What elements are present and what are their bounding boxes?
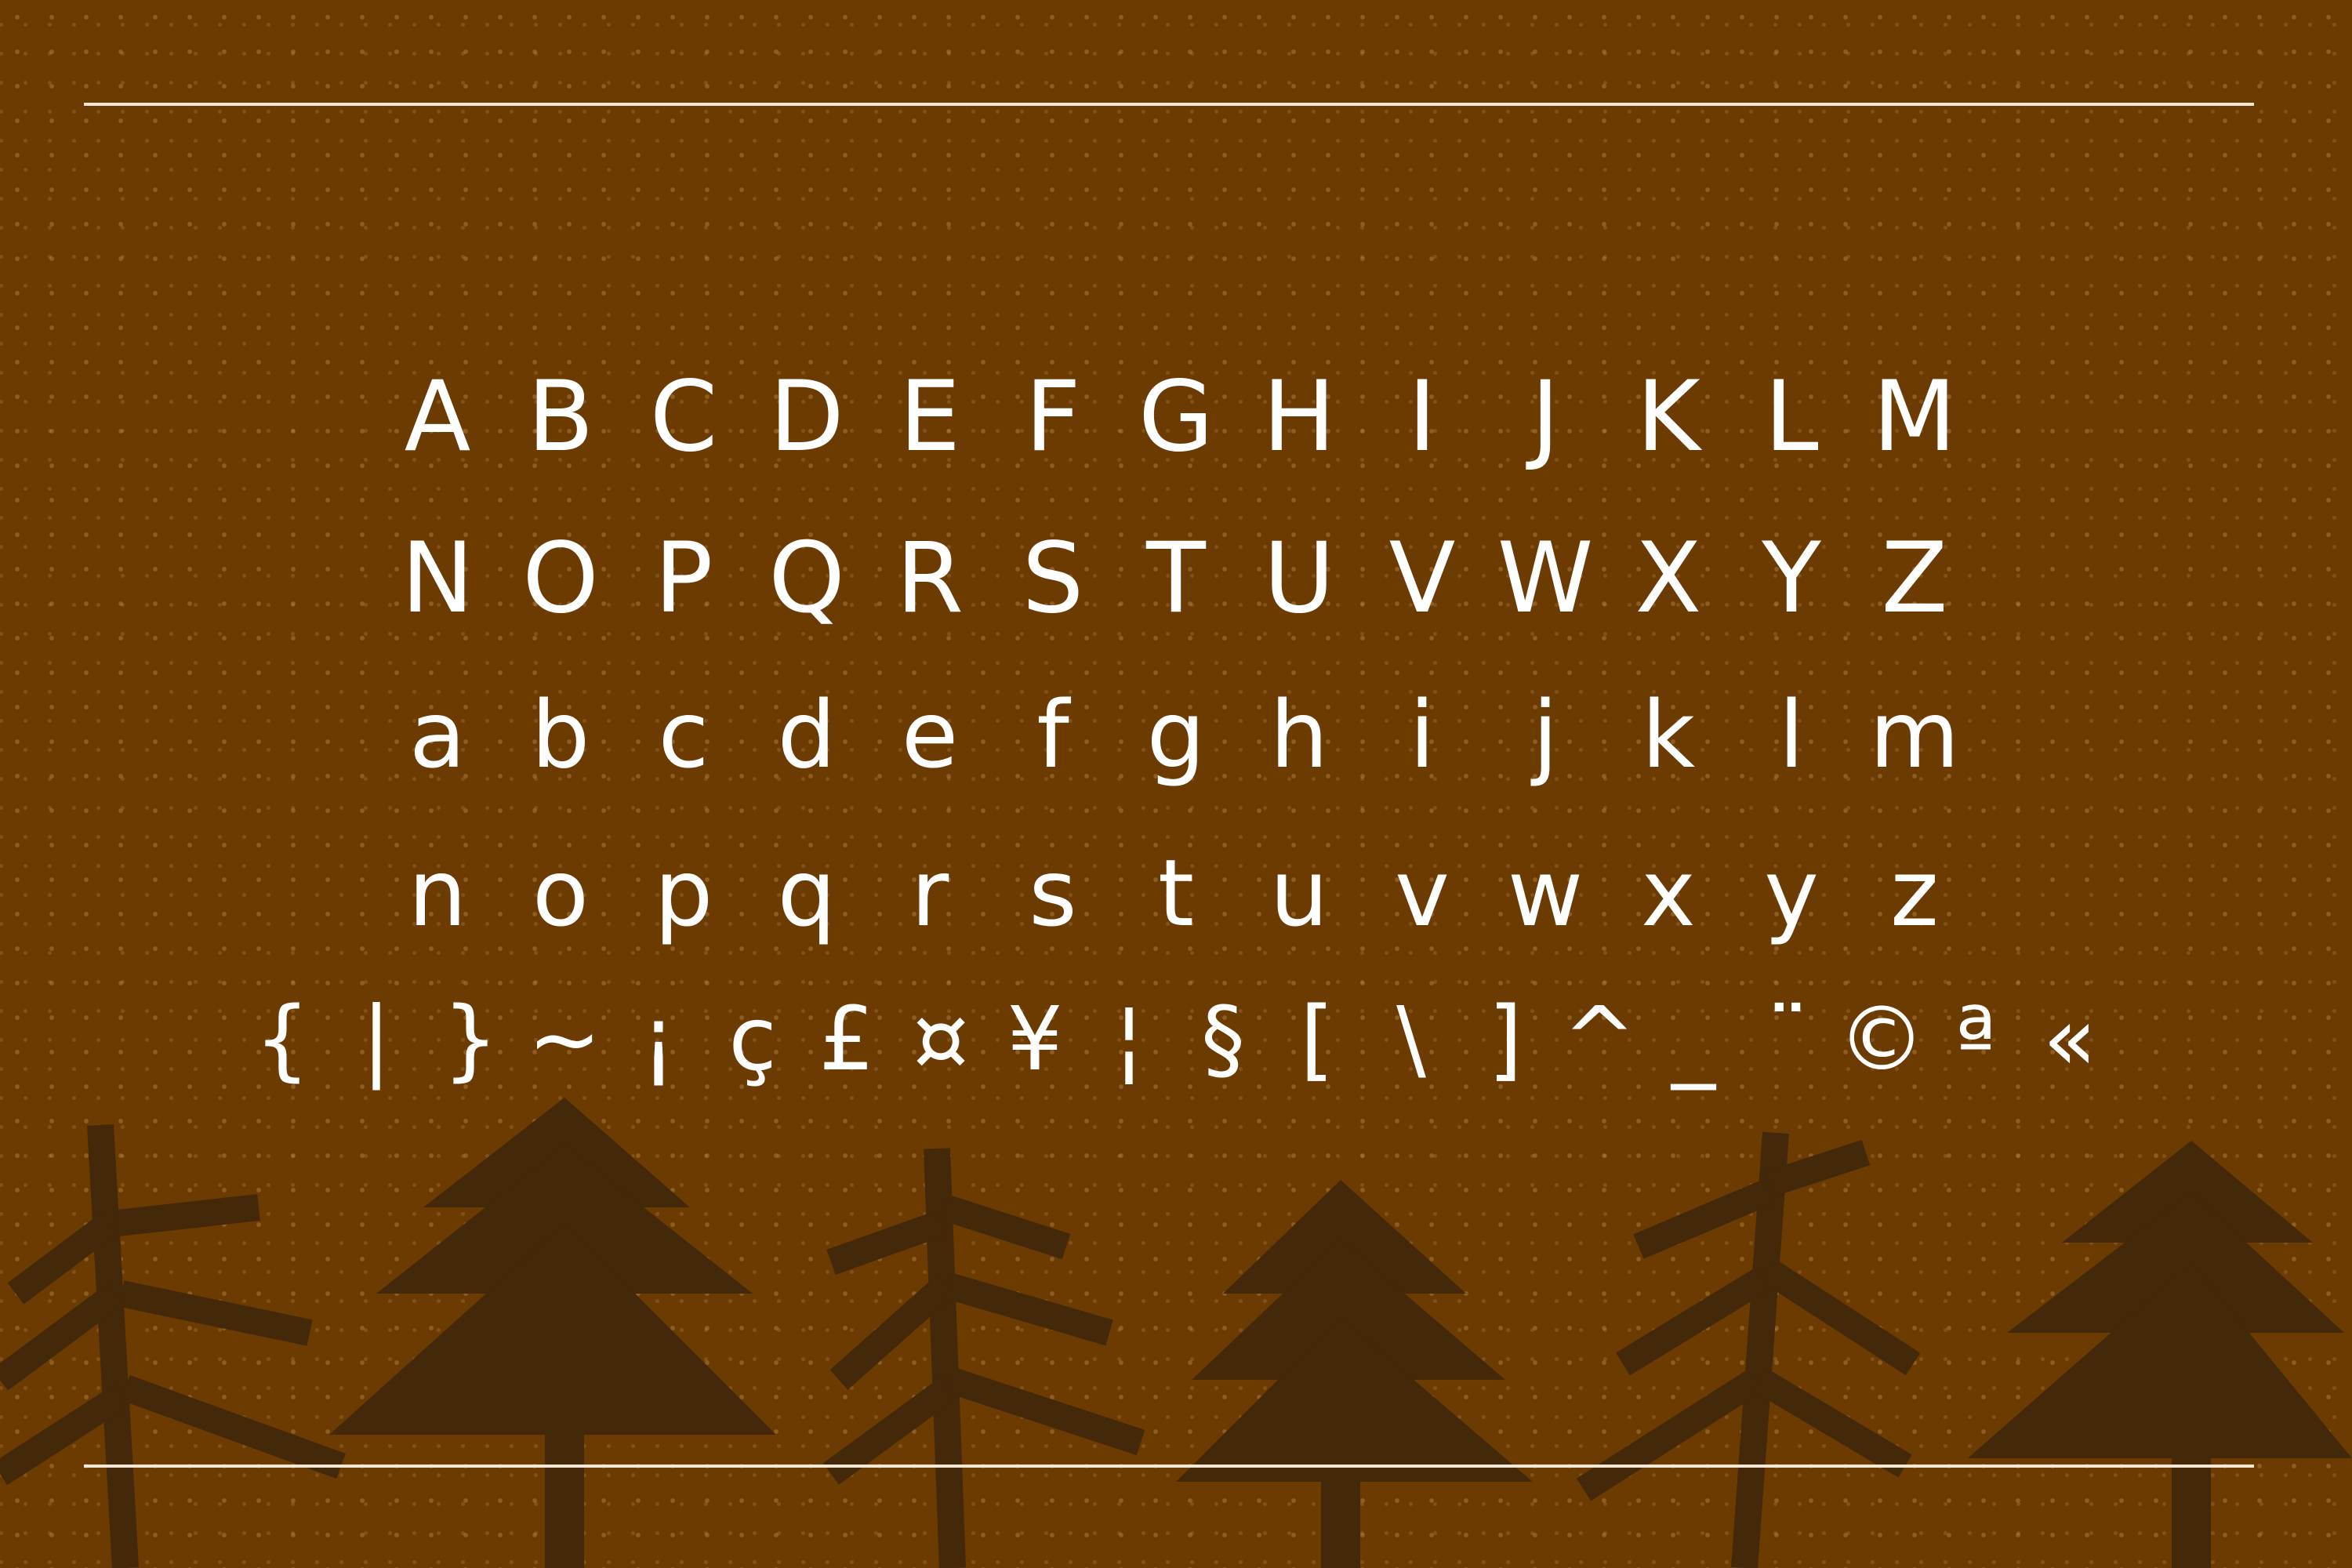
uppercase-row-2: NOPQRSTUVWXYZ [0,530,2352,627]
glyph-char: Y [1762,522,1821,635]
branch-tree-3 [1576,1131,1921,1568]
glyph-char: k [1641,681,1696,789]
glyph-char: M [1872,361,1957,474]
glyph-char: j [1532,681,1559,789]
glyph-char: « [2042,989,2097,1091]
glyph-char: ¥ [1007,989,1063,1091]
glyph-char: \ [1396,989,1426,1091]
glyph-char: } [442,989,499,1091]
glyph-char: ^ [1563,989,1636,1091]
glyph-char: g [1146,681,1206,789]
glyph-char: P [654,522,713,635]
glyph-char: z [1890,839,1939,947]
glyph-char: V [1388,522,1456,635]
glyph-char: Q [768,522,845,635]
glyph-char: X [1635,522,1702,635]
top-divider-line [84,103,2254,106]
glyph-char: N [401,522,474,635]
glyph-char: © [1838,989,1926,1091]
glyph-char: i [1409,681,1436,789]
glyph-char: F [1025,361,1081,474]
glyph-char: ] [1488,989,1523,1091]
glyph-char: m [1869,681,1960,789]
glyph-char: s [1029,839,1077,947]
glyph-char: £ [818,989,875,1091]
glyph-char: a [408,681,466,789]
glyph-char: y [1764,839,1819,947]
glyph-char: [ [1300,989,1334,1091]
glyph-char: A [404,361,471,474]
glyph-char: b [531,681,590,789]
glyph-char: U [1263,522,1335,635]
glyph-char: E [898,361,961,474]
glyph-char: o [532,839,590,947]
glyph-char: f [1036,681,1069,789]
glyph-char: ¨ [1766,989,1809,1091]
branch-tree-1 [0,1124,346,1568]
glyph-char: W [1497,522,1594,635]
glyph-char: _ [1671,989,1715,1091]
glyph-char: ª [1955,989,1997,1091]
glyph-char: r [910,839,949,947]
glyph-char: l [1778,681,1805,789]
glyph-char: w [1507,839,1584,947]
glyph-char: ¦ [1114,989,1144,1091]
glyph-char: S [1022,522,1084,635]
glyph-char: T [1146,522,1206,635]
glyph-char: R [895,522,964,635]
glyph-char: u [1269,839,1329,947]
glyph-char: v [1395,839,1450,947]
glyph-char: n [408,839,467,947]
branch-tree-2 [822,1148,1145,1568]
pine-tree-3 [1968,1141,2352,1568]
glyph-char: I [1407,361,1437,474]
glyph-char: ç [728,989,777,1091]
glyph-char: Z [1881,522,1948,635]
lowercase-row-2: nopqrstuvwxyz [0,847,2352,939]
glyph-char: H [1262,361,1336,474]
symbols-row: {|} ~ ¡ ç £ ¤ ¥ ¦ §[\] ^ _ ¨ © ª « [0,996,2352,1083]
glyph-char: p [654,839,713,947]
glyph-char: J [1530,361,1560,474]
glyph-char: K [1636,361,1700,474]
glyph-char: c [658,681,710,789]
glyph-char: h [1269,681,1329,789]
glyph-char: d [777,681,837,789]
glyph-char: ¡ [641,989,677,1091]
glyph-char: L [1764,361,1819,474]
glyph-char: e [901,681,959,789]
glyph-char: C [649,361,718,474]
glyph-char: ~ [528,989,601,1091]
glyph-char: q [777,839,837,947]
glyph-char: x [1641,839,1696,947]
glyph-char: G [1138,361,1214,474]
glyph-char: § [1201,989,1245,1091]
glyph-char: ¤ [913,989,969,1091]
glyph-char: O [522,522,599,635]
pine-tree-1 [329,1098,776,1568]
glyph-char: t [1157,839,1195,947]
glyph-char: | [361,989,391,1091]
uppercase-row-1: ABCDEFGHIJKLM [0,368,2352,466]
lowercase-row-1: abcdefghijklm [0,688,2352,781]
bottom-divider-line [84,1465,2254,1468]
glyph-char: { [254,989,310,1091]
pine-tree-2 [1176,1180,1533,1568]
glyph-char: D [769,361,844,474]
glyph-char: B [527,361,594,474]
